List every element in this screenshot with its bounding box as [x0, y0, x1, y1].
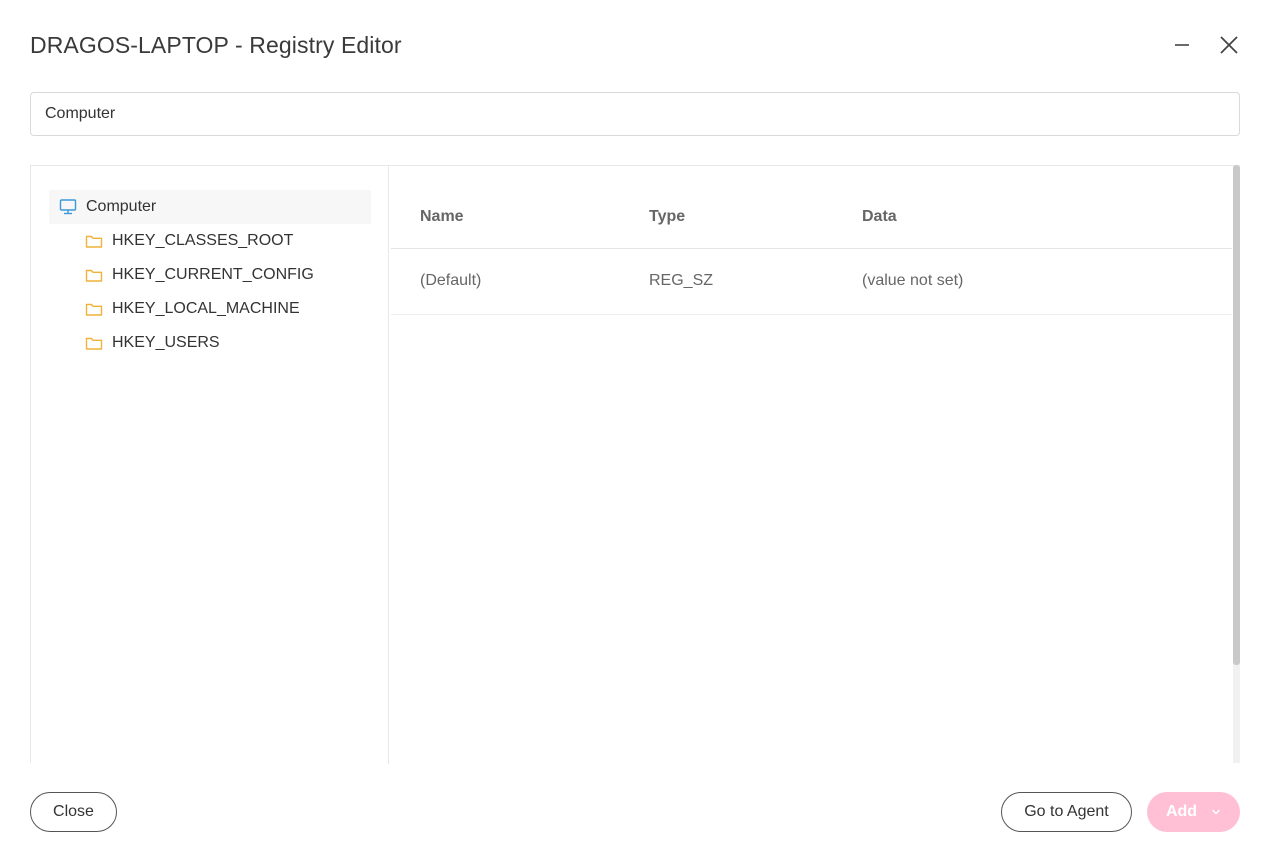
- tree-item-hkey-users[interactable]: HKEY_USERS: [83, 326, 373, 360]
- tree-item-label: HKEY_LOCAL_MACHINE: [112, 300, 300, 317]
- minimize-button[interactable]: [1165, 28, 1199, 62]
- tree-item-hkey-current-config[interactable]: HKEY_CURRENT_CONFIG: [83, 258, 373, 292]
- computer-icon: [59, 198, 77, 216]
- add-button-label: Add: [1165, 803, 1198, 820]
- row-divider: [391, 314, 1232, 315]
- tree-item-computer[interactable]: Computer: [49, 190, 371, 224]
- tree-item-hkey-local-machine[interactable]: HKEY_LOCAL_MACHINE: [83, 292, 373, 326]
- registry-tree: Computer HKEY_CLASSES_ROOT HKEY_CURRENT_…: [31, 166, 389, 764]
- column-header-type[interactable]: Type: [649, 208, 685, 226]
- column-header-name[interactable]: Name: [420, 208, 464, 226]
- values-scrollbar[interactable]: [1233, 165, 1240, 763]
- values-table: Name Type Data (Default) REG_SZ (value n…: [390, 166, 1233, 764]
- minimize-icon: [1175, 44, 1189, 46]
- chevron-down-icon: [1211, 808, 1221, 816]
- tree-item-label: HKEY_CURRENT_CONFIG: [112, 266, 314, 283]
- tree-item-label: HKEY_CLASSES_ROOT: [112, 232, 294, 249]
- tree-item-label: Computer: [86, 198, 157, 215]
- add-button[interactable]: Add: [1147, 792, 1240, 832]
- folder-icon: [85, 335, 103, 351]
- go-to-agent-button[interactable]: Go to Agent: [1001, 792, 1132, 832]
- close-icon: [1220, 36, 1238, 54]
- cell-type: REG_SZ: [649, 272, 714, 289]
- close-button[interactable]: Close: [30, 792, 117, 832]
- column-header-data[interactable]: Data: [862, 208, 897, 226]
- dialog-title: DRAGOS-LAPTOP - Registry Editor: [30, 32, 402, 58]
- folder-icon: [85, 301, 103, 317]
- folder-icon: [85, 267, 103, 283]
- close-dialog-button[interactable]: [1212, 28, 1246, 62]
- registry-panel: Computer HKEY_CLASSES_ROOT HKEY_CURRENT_…: [30, 165, 1240, 764]
- tree-item-label: HKEY_USERS: [112, 334, 220, 351]
- registry-editor-dialog: DRAGOS-LAPTOP - Registry Editor Computer…: [0, 0, 1269, 862]
- registry-path-input[interactable]: [30, 92, 1240, 136]
- folder-icon: [85, 233, 103, 249]
- scrollbar-thumb[interactable]: [1233, 165, 1240, 665]
- cell-data: (value not set): [862, 272, 964, 289]
- header-divider: [391, 248, 1232, 249]
- cell-name: (Default): [420, 272, 482, 289]
- tree-item-hkey-classes-root[interactable]: HKEY_CLASSES_ROOT: [83, 224, 373, 258]
